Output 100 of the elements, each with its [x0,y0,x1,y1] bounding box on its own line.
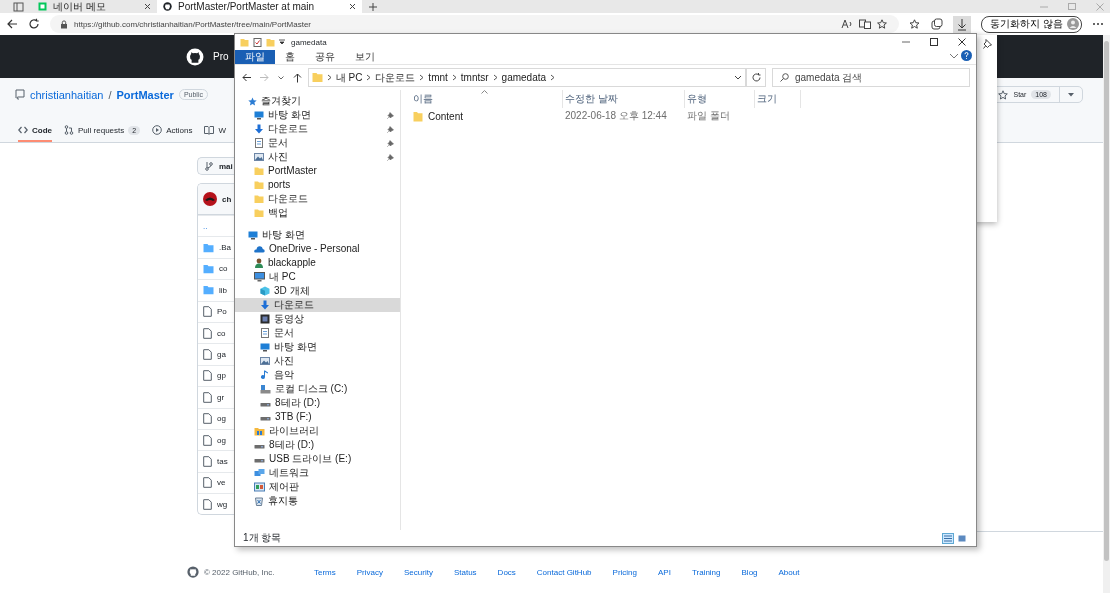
help-icon[interactable] [961,50,972,61]
navigation-item[interactable]: 바탕 화면 [235,228,400,242]
navigation-item[interactable]: 라이브러리 [235,424,400,438]
ribbon-tab[interactable]: 공유 [305,50,345,64]
file-icon [203,391,212,403]
footer-link[interactable]: Pricing [612,567,637,577]
navigation-item[interactable]: 다운로드 [235,122,400,136]
footer-link[interactable]: API [658,567,671,577]
navigation-item[interactable]: USB 드라이브 (E:) [235,452,400,466]
repo-tab[interactable]: W [204,120,226,142]
file-name[interactable]: .Ba [219,243,231,253]
ribbon-tab[interactable]: 파일 [235,50,275,64]
navigation-item[interactable]: 8테라 (D:) [235,438,400,452]
file-name[interactable]: gp [217,371,226,381]
navigation-item[interactable]: OneDrive - Personal [235,242,400,256]
navigation-item[interactable]: 휴지통 [235,494,400,508]
footer-link[interactable]: Status [453,567,477,577]
branch-button[interactable]: mai [197,157,234,175]
browser-tab[interactable]: 네이버 메모 [32,0,157,13]
footer-link[interactable]: Training [691,567,721,577]
breadcrumb-item[interactable]: tmnt [428,72,448,83]
file-icon [203,456,212,467]
code-icon [18,125,28,136]
file-name[interactable]: co [217,328,226,338]
navigation-item[interactable]: 내 PC [235,270,400,284]
details-view-button[interactable] [942,532,954,544]
download-icon[interactable] [953,15,972,33]
breadcrumb-item[interactable]: tmntsr [460,72,489,83]
repo-tab[interactable]: Actions [152,120,193,142]
footer-link[interactable]: Blog [741,567,758,577]
navigation-item[interactable]: 바탕 화면 [235,340,400,354]
file-name[interactable]: Po [217,307,227,317]
footer-link[interactable]: Terms [314,567,336,577]
repo-link[interactable]: PortMaster [116,88,174,101]
ribbon-tab[interactable]: 홈 [275,50,305,64]
navigation-item[interactable]: 문서 [235,136,400,150]
address-field[interactable]: 내 PC 다운로드 tmnt tmntsr gamedata [307,68,747,87]
navigation-item[interactable]: 제어판 [235,480,400,494]
ribbon-tab[interactable]: 보기 [345,50,385,64]
file-icon [203,370,212,382]
navigation-item[interactable]: 음악 [235,368,400,382]
navigation-item[interactable]: PortMaster [235,164,400,178]
file-name[interactable]: co [219,264,228,274]
navigation-item[interactable]: 즐겨찾기 [235,94,400,108]
file-icon [203,477,212,489]
browser-tab[interactable]: PortMaster/PortMaster at main [157,0,362,13]
play-circle-icon [152,125,163,136]
header-link[interactable]: Pro [213,51,229,62]
repo-tab[interactable]: Code [18,120,52,142]
column-header[interactable]: 유형 [685,90,755,108]
sync-button[interactable]: 동기화하지 않음 [981,15,1082,33]
breadcrumb-item[interactable]: 내 PC [335,70,363,85]
close-icon [349,3,356,10]
navigation-item[interactable]: 사진 [235,354,400,368]
navigation-item[interactable]: 다운로드 [235,192,400,206]
file-name[interactable]: og [217,414,226,424]
file-name[interactable]: tas [217,457,228,466]
note-app-icon [38,2,47,11]
footer-link[interactable]: Docs [497,567,516,577]
navigation-item[interactable]: 3D 개체 [235,284,400,298]
navigation-item[interactable]: 8테라 (D:) [235,396,400,410]
owner-link[interactable]: christianhaitian [30,88,104,101]
footer-link[interactable]: Contact GitHub [536,567,592,577]
footer-link[interactable]: About [778,567,800,577]
branch-icon [205,161,213,171]
breadcrumb-item[interactable]: gamedata [501,72,547,83]
address-bar[interactable]: https://github.com/christianhaitian/PortMaster/tree/main/PortMaster [50,15,900,33]
parent-directory-link[interactable]: .. [203,221,208,231]
navigation-item[interactable]: 바탕 화면 [235,108,400,122]
file-name[interactable]: gr [217,392,225,402]
navigation-item[interactable]: 사진 [235,150,400,164]
chevron-right-icon [419,74,425,81]
navigation-item[interactable]: 다운로드 [235,298,400,312]
navigation-item[interactable]: 문서 [235,326,400,340]
navigation-item[interactable]: 네트워크 [235,466,400,480]
dropdown-icon[interactable] [279,39,285,45]
navigation-item[interactable]: 백업 [235,206,400,220]
navigation-item[interactable]: ports [235,178,400,192]
hard-drive-icon [260,384,271,394]
file-name[interactable]: og [217,435,226,445]
navigation-item[interactable]: 3TB (F:) [235,410,400,424]
footer-link[interactable]: Security [404,567,433,577]
file-name[interactable]: ve [217,478,226,488]
commit-author[interactable]: ch [222,194,232,204]
breadcrumb-item[interactable]: 다운로드 [375,70,416,85]
search-field[interactable]: gamedata 검색 [772,68,970,87]
navigation-item[interactable]: 동영상 [235,312,400,326]
footer-link[interactable]: Privacy [356,567,383,577]
column-header[interactable]: 크기 [755,90,801,108]
file-name[interactable]: ga [217,350,226,360]
file-name[interactable]: lib [219,285,227,295]
column-header[interactable]: 수정한 날짜 [563,90,685,108]
file-name[interactable]: wg [217,499,228,509]
properties-icon[interactable] [253,37,262,47]
file-row[interactable]: Content 2022-06-18 오후 12:44 파일 폴더 [411,108,976,124]
caret-icon [277,75,284,80]
navigation-item[interactable]: 로컬 디스크 (C:) [235,382,400,396]
column-header[interactable]: 이름 [411,90,563,108]
refresh-button[interactable] [746,68,766,87]
navigation-item[interactable]: blackapple [235,256,400,270]
